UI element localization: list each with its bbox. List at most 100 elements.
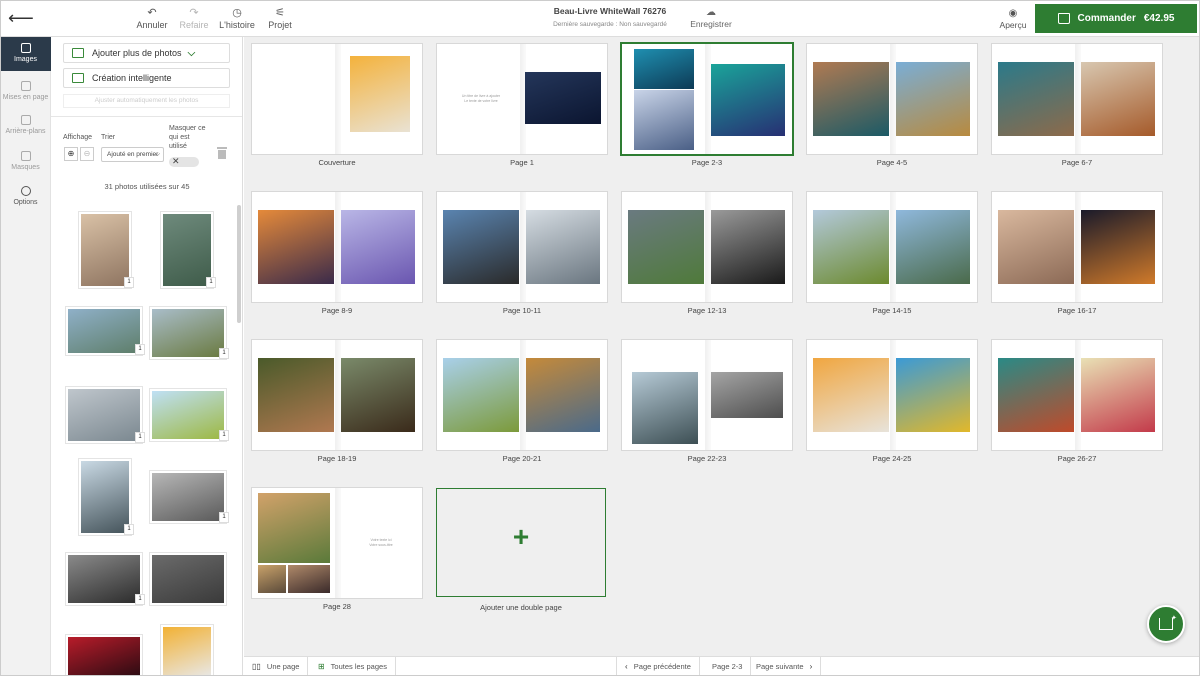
rail-item-images[interactable]: Images [0, 37, 51, 71]
redo-icon: ↷ [189, 7, 199, 19]
library-photo-meadow-hut[interactable]: 1 [152, 391, 229, 441]
spread-page-20-21[interactable] [437, 340, 607, 450]
next-page-label: Page suivante [756, 662, 804, 671]
auto-fill-button[interactable]: Ajuster automatiquement les photos [63, 94, 230, 108]
page-photo-left [443, 210, 519, 284]
library-photo-red-lasers[interactable] [68, 637, 140, 676]
rail-item-options[interactable]: Options [0, 180, 51, 214]
library-photo-green-hills-clouds[interactable]: 1 [152, 309, 229, 359]
spread-page-14-15[interactable] [807, 192, 977, 302]
spread-page-10-11[interactable] [437, 192, 607, 302]
spread-page-16-17[interactable] [992, 192, 1162, 302]
used-photos-count: 31 photos utilisées sur 45 [104, 182, 190, 191]
smart-creation-button[interactable]: Création intelligente [63, 68, 230, 88]
page-photo-right [1081, 62, 1155, 136]
spread-page-26-27[interactable] [992, 340, 1162, 450]
library-photo-mountain-valley-portrait[interactable]: 1 [163, 214, 216, 288]
project-button[interactable]: ⚟ Projet [265, 8, 295, 31]
undo-button[interactable]: ↶ Annuler [136, 7, 168, 31]
eye-icon: ◉ [1008, 8, 1018, 19]
spread-page-12-13[interactable] [622, 192, 792, 302]
library-photo-orange-drink[interactable] [163, 627, 211, 676]
previous-page-button[interactable]: ‹ Page précédente [616, 657, 700, 676]
undo-icon: ↶ [147, 7, 157, 19]
library-photo-curved-road-bw[interactable]: 1 [68, 555, 145, 605]
usage-count-badge: 1 [219, 348, 229, 359]
all-pages-view-button[interactable]: ⊞ Toutes les pages [310, 657, 396, 676]
redo-button[interactable]: ↷ Refaire [178, 7, 210, 31]
spread-page-8-9[interactable] [252, 192, 422, 302]
add-spread-label: Ajouter une double page [480, 603, 562, 612]
page-photo-left [443, 358, 519, 432]
order-button[interactable]: Commander €42.95 [1035, 4, 1197, 33]
shopping-bag-icon [1057, 13, 1070, 24]
spread-label: Page 10-11 [502, 306, 542, 315]
hide-used-toggle[interactable]: ✕ [169, 156, 199, 167]
spread-label: Page 4-5 [876, 158, 908, 167]
trash-lid [217, 147, 227, 149]
page-text: Votre sous-titre [369, 543, 393, 547]
rail-item-layouts[interactable]: Mises en page [0, 75, 51, 109]
spread-page-1[interactable]: Un titre de livre à ajouter Le texte de v… [437, 44, 607, 154]
page-photo-right [711, 372, 783, 418]
usage-count-badge: 1 [124, 277, 134, 288]
rail-item-masks[interactable]: Masques [0, 145, 51, 179]
spread-page-24-25[interactable] [807, 340, 977, 450]
grid-icon: ⊞ [318, 662, 325, 671]
rail-item-backgrounds[interactable]: Arrière-plans [0, 109, 51, 143]
history-button[interactable]: ◷ L'histoire [218, 8, 256, 31]
library-photo-dolomite-peak[interactable]: 1 [68, 309, 145, 355]
spine-fold [335, 488, 341, 598]
usage-count-badge: 1 [135, 594, 145, 605]
hide-used-label: Masquer ce [169, 125, 206, 132]
single-page-view-button[interactable]: ▯▯ Une page [244, 657, 309, 676]
trash-icon[interactable] [217, 147, 227, 159]
spread-label: Page 8-9 [321, 306, 353, 315]
page-photo [634, 49, 694, 89]
zoom-out-button[interactable]: ⊖ [80, 147, 94, 161]
top-bar: ⟵ ↶ Annuler ↷ Refaire ◷ L'histoire ⚟ Pro… [0, 0, 1200, 37]
library-photo-cracked-bw[interactable]: 1 [152, 473, 229, 523]
spread-page-6-7[interactable] [992, 44, 1162, 154]
usage-count-badge: 1 [135, 344, 145, 355]
sort-select[interactable]: Ajouté en premier ⌵ [101, 147, 164, 162]
chevron-down-icon: ⌵ [154, 151, 160, 158]
rail-item-label: Masques [11, 164, 40, 171]
magic-book-button[interactable]: ✦ [1147, 605, 1185, 643]
panel-scrollbar[interactable] [237, 205, 241, 323]
page-photo-right [896, 210, 970, 284]
preview-button[interactable]: ◉ Aperçu [995, 8, 1031, 31]
page-photo-right [526, 210, 600, 284]
add-photos-button[interactable]: Ajouter plus de photos ⌵ [63, 43, 230, 63]
spread-label: Page 16-17 [1057, 306, 1097, 315]
magnifier-plus-icon: ⊕ [67, 149, 75, 158]
add-spread-button[interactable]: + [436, 488, 606, 597]
spread-page-22-23[interactable] [622, 340, 792, 450]
spread-page-28[interactable]: Votre texte ici Votre sous-titre [252, 488, 422, 598]
page-photo [525, 72, 601, 124]
page-text: Le texte de votre livre [464, 99, 498, 103]
spread-page-2-3[interactable] [622, 44, 792, 154]
page-text: Un titre de livre à ajouter [461, 94, 501, 98]
zoom-in-button[interactable]: ⊕ [64, 147, 78, 161]
next-page-button[interactable]: Page suivante › [748, 657, 822, 676]
images-panel: Ajouter plus de photos ⌵ Création intell… [51, 37, 243, 676]
spread-page-4-5[interactable] [807, 44, 977, 154]
current-page-label: Page 2-3 [712, 662, 743, 671]
current-page-indicator: Page 2-3 [704, 657, 752, 676]
usage-count-badge: 1 [135, 432, 145, 443]
save-button[interactable]: ☁ Enregistrer [683, 8, 739, 30]
library-photo-blue-cliffs[interactable]: 1 [81, 461, 134, 535]
page-photo-right [341, 210, 415, 284]
spread-page-18-19[interactable] [252, 340, 422, 450]
library-photo-rocky-range[interactable]: 1 [68, 389, 145, 443]
save-label: Enregistrer [690, 19, 732, 29]
undo-label: Annuler [136, 20, 168, 30]
back-arrow-icon[interactable]: ⟵ [8, 8, 34, 28]
rail-item-label: Images [14, 56, 37, 63]
spread-couverture[interactable] [252, 44, 422, 154]
library-photo-rock-texture-bw[interactable] [152, 555, 224, 603]
tool-rail: Images Mises en page Arrière-plans Masqu… [0, 37, 51, 676]
page-photo-left [813, 358, 889, 432]
library-photo-sunlit-cloud-portrait[interactable]: 1 [81, 214, 134, 288]
